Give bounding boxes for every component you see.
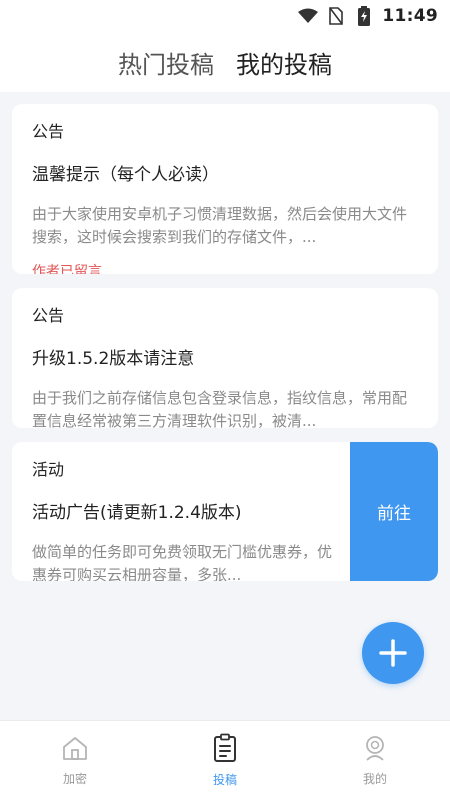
post-card[interactable]: 公告 温馨提示（每个人必读） 由于大家使用安卓机子习惯清理数据，然后会使用大文件… (12, 104, 438, 274)
post-title: 升级1.5.2版本请注意 (32, 349, 195, 369)
post-summary: 由于大家使用安卓机子习惯清理数据，然后会使用大文件搜索，这时候会搜索到我们的存储… (32, 205, 408, 246)
post-category: 公告 (32, 122, 65, 141)
nav-item-encrypt[interactable]: 加密 (15, 734, 135, 787)
plus-icon (379, 639, 407, 667)
no-sim-icon (326, 6, 346, 26)
status-bar: 11:49 (0, 0, 450, 32)
bottom-nav: 加密 投稿 我的 (0, 720, 450, 800)
author-note: 作者已留言 (32, 264, 102, 274)
nav-label: 加密 (62, 772, 87, 786)
post-title: 温馨提示（每个人必读） (32, 165, 219, 185)
nav-label: 投稿 (212, 773, 237, 787)
profile-icon (361, 734, 389, 766)
home-icon (61, 734, 89, 766)
nav-item-posts[interactable]: 投稿 (165, 733, 285, 788)
post-card[interactable]: 活动 活动广告(请更新1.2.4版本) 做简单的任务即可免费领取无门槛优惠券，优… (12, 442, 438, 581)
wifi-icon (298, 6, 319, 26)
top-tab-bar: 热门投稿 我的投稿 (0, 32, 450, 92)
post-category: 公告 (32, 306, 65, 325)
nav-label: 我的 (362, 772, 387, 786)
clipboard-icon (211, 733, 239, 767)
add-post-button[interactable] (362, 622, 424, 684)
battery-icon (354, 6, 374, 26)
post-category: 活动 (32, 460, 65, 479)
tab-my-posts[interactable]: 我的投稿 (236, 45, 332, 80)
post-title: 活动广告(请更新1.2.4版本) (32, 503, 242, 523)
post-card[interactable]: 公告 升级1.5.2版本请注意 由于我们之前存储信息包含登录信息，指纹信息，常用… (12, 288, 438, 428)
tab-hot-posts[interactable]: 热门投稿 (118, 45, 214, 80)
post-summary: 做简单的任务即可免费领取无门槛优惠券，优惠券可购买云相册容量，多张... (32, 543, 333, 581)
status-time: 11:49 (382, 6, 438, 26)
go-button[interactable]: 前往 (350, 442, 438, 581)
post-summary: 由于我们之前存储信息包含登录信息，指纹信息，常用配置信息经常被第三方清理软件识别… (32, 389, 408, 428)
post-list: 公告 温馨提示（每个人必读） 由于大家使用安卓机子习惯清理数据，然后会使用大文件… (12, 104, 438, 595)
nav-item-mine[interactable]: 我的 (315, 734, 435, 787)
